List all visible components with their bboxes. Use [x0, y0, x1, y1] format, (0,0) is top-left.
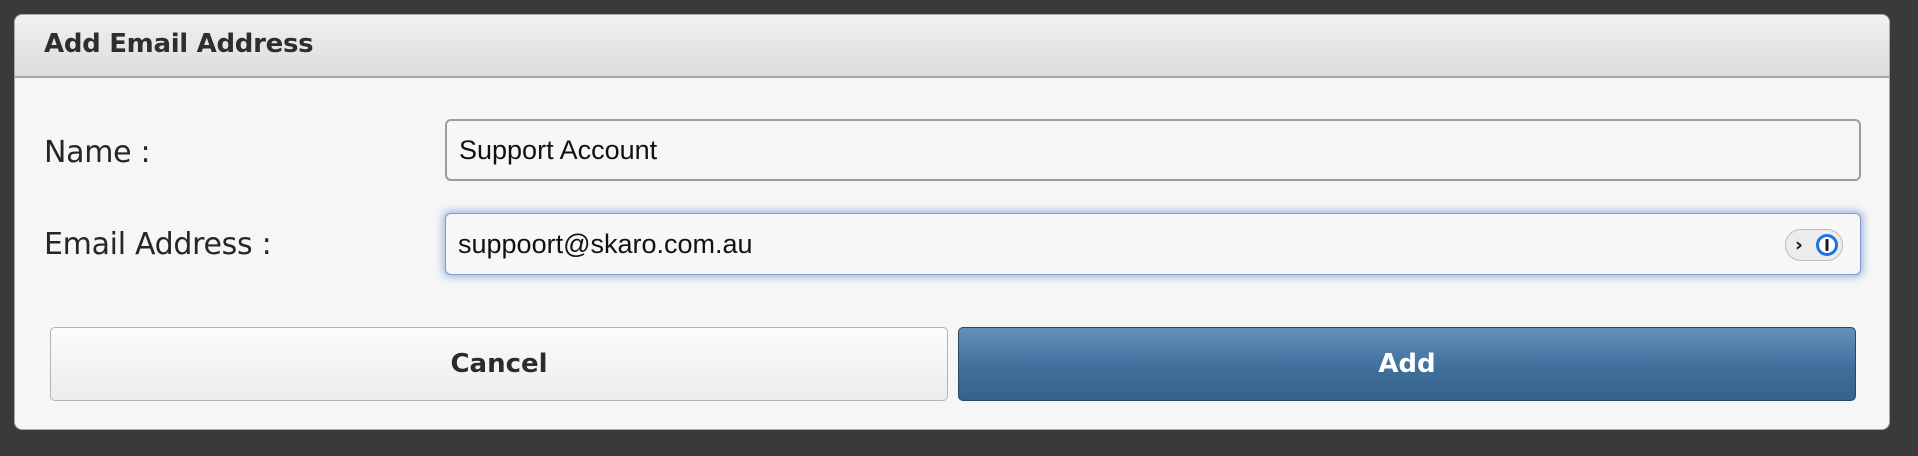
add-button[interactable]: Add — [958, 327, 1856, 401]
dialog-header: Add Email Address — [15, 15, 1889, 78]
name-label: Name : — [44, 135, 151, 170]
password-manager-icon — [1816, 234, 1838, 256]
chevron-right-icon: › — [1795, 234, 1803, 256]
email-address-label: Email Address : — [44, 227, 272, 262]
email-address-input[interactable] — [445, 213, 1861, 275]
dialog-title: Add Email Address — [44, 29, 314, 59]
add-email-dialog: Add Email Address Name : Email Address :… — [14, 14, 1890, 430]
name-input[interactable] — [445, 119, 1861, 181]
password-manager-button[interactable]: › — [1785, 229, 1843, 261]
cancel-button[interactable]: Cancel — [50, 327, 948, 401]
